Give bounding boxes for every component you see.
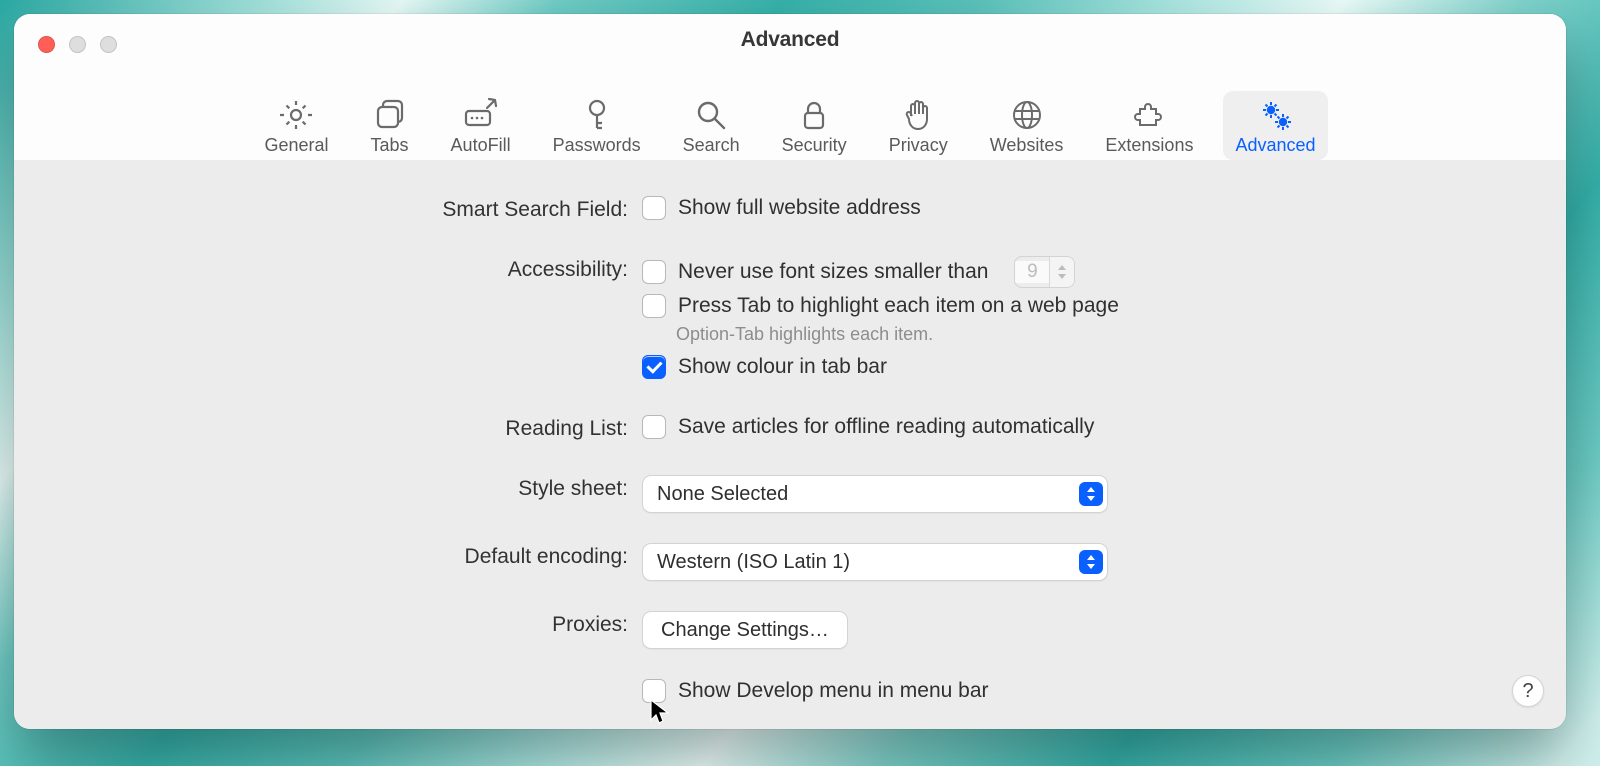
select-value: None Selected bbox=[657, 483, 788, 506]
tab-label: Privacy bbox=[889, 135, 948, 156]
tab-label: General bbox=[264, 135, 328, 156]
show-develop-menu-option[interactable]: Show Develop menu in menu bar bbox=[642, 679, 1566, 703]
option-label: Show Develop menu in menu bar bbox=[678, 679, 989, 703]
row-style-sheet: Style sheet: None Selected bbox=[14, 475, 1566, 513]
tab-label: Search bbox=[683, 135, 740, 156]
tab-advanced[interactable]: Advanced bbox=[1223, 91, 1327, 160]
preferences-window: Advanced General Tabs Au bbox=[14, 14, 1566, 729]
updown-arrows-icon bbox=[1079, 482, 1103, 506]
tabs-icon bbox=[372, 97, 408, 133]
reading-list-label: Reading List: bbox=[14, 415, 642, 441]
tab-privacy[interactable]: Privacy bbox=[877, 91, 960, 160]
row-develop: Show Develop menu in menu bar bbox=[14, 679, 1566, 709]
row-smart-search: Smart Search Field: Show full website ad… bbox=[14, 196, 1566, 226]
option-label: Never use font sizes smaller than bbox=[678, 260, 988, 284]
encoding-label: Default encoding: bbox=[14, 543, 642, 569]
show-full-address-option[interactable]: Show full website address bbox=[642, 196, 1566, 220]
lock-icon bbox=[796, 97, 832, 133]
autofill-icon bbox=[463, 97, 499, 133]
tab-label: Tabs bbox=[371, 135, 409, 156]
help-button[interactable]: ? bbox=[1512, 675, 1544, 707]
tab-general[interactable]: General bbox=[252, 91, 340, 160]
press-tab-option[interactable]: Press Tab to highlight each item on a we… bbox=[642, 294, 1566, 318]
updown-arrows-icon bbox=[1079, 550, 1103, 574]
checkbox-checked-icon bbox=[642, 355, 666, 379]
row-proxies: Proxies: Change Settings… bbox=[14, 611, 1566, 649]
checkbox-unchecked-icon bbox=[642, 196, 666, 220]
accessibility-label: Accessibility: bbox=[14, 256, 642, 282]
hand-icon bbox=[900, 97, 936, 133]
tab-security[interactable]: Security bbox=[770, 91, 859, 160]
press-tab-hint: Option-Tab highlights each item. bbox=[676, 324, 1566, 345]
gears-icon bbox=[1258, 97, 1294, 133]
tab-label: Advanced bbox=[1235, 135, 1315, 156]
tab-label: AutoFill bbox=[451, 135, 511, 156]
tab-label: Extensions bbox=[1105, 135, 1193, 156]
tab-label: Security bbox=[782, 135, 847, 156]
stepper-value: 9 bbox=[1015, 261, 1049, 283]
checkbox-unchecked-icon bbox=[642, 260, 666, 284]
row-reading-list: Reading List: Save articles for offline … bbox=[14, 415, 1566, 445]
tab-search[interactable]: Search bbox=[671, 91, 752, 160]
button-label: Change Settings… bbox=[661, 619, 829, 642]
search-icon bbox=[693, 97, 729, 133]
tab-label: Passwords bbox=[553, 135, 641, 156]
help-label: ? bbox=[1522, 680, 1533, 703]
tab-tabs[interactable]: Tabs bbox=[359, 91, 421, 160]
puzzle-icon bbox=[1131, 97, 1167, 133]
checkbox-unchecked-icon bbox=[642, 294, 666, 318]
titlebar: Advanced bbox=[14, 14, 1566, 68]
row-accessibility: Accessibility: Never use font sizes smal… bbox=[14, 256, 1566, 385]
save-offline-option[interactable]: Save articles for offline reading automa… bbox=[642, 415, 1566, 439]
style-sheet-select[interactable]: None Selected bbox=[642, 475, 1108, 513]
checkbox-unchecked-icon bbox=[642, 415, 666, 439]
tab-extensions[interactable]: Extensions bbox=[1093, 91, 1205, 160]
tab-autofill[interactable]: AutoFill bbox=[439, 91, 523, 160]
min-font-size-option[interactable]: Never use font sizes smaller than 9 bbox=[642, 256, 1566, 288]
show-colour-option[interactable]: Show colour in tab bar bbox=[642, 355, 1566, 379]
select-value: Western (ISO Latin 1) bbox=[657, 551, 850, 574]
tab-label: Websites bbox=[990, 135, 1064, 156]
style-sheet-label: Style sheet: bbox=[14, 475, 642, 501]
encoding-select[interactable]: Western (ISO Latin 1) bbox=[642, 543, 1108, 581]
preferences-toolbar: General Tabs AutoFill Pass bbox=[14, 68, 1566, 167]
option-label: Press Tab to highlight each item on a we… bbox=[678, 294, 1119, 318]
tab-websites[interactable]: Websites bbox=[978, 91, 1076, 160]
min-font-size-stepper[interactable]: 9 bbox=[1014, 256, 1075, 288]
advanced-pane: Smart Search Field: Show full website ad… bbox=[14, 160, 1566, 729]
advanced-form: Smart Search Field: Show full website ad… bbox=[14, 196, 1566, 715]
option-label: Show full website address bbox=[678, 196, 921, 220]
gear-icon bbox=[278, 97, 314, 133]
checkbox-unchecked-icon bbox=[642, 679, 666, 703]
key-icon bbox=[579, 97, 615, 133]
option-label: Show colour in tab bar bbox=[678, 355, 887, 379]
globe-icon bbox=[1009, 97, 1045, 133]
row-encoding: Default encoding: Western (ISO Latin 1) bbox=[14, 543, 1566, 581]
option-label: Save articles for offline reading automa… bbox=[678, 415, 1094, 439]
updown-arrows-icon bbox=[1049, 257, 1074, 287]
tab-passwords[interactable]: Passwords bbox=[541, 91, 653, 160]
window-title: Advanced bbox=[14, 28, 1566, 52]
smart-search-label: Smart Search Field: bbox=[14, 196, 642, 222]
change-settings-button[interactable]: Change Settings… bbox=[642, 611, 848, 649]
proxies-label: Proxies: bbox=[14, 611, 642, 637]
